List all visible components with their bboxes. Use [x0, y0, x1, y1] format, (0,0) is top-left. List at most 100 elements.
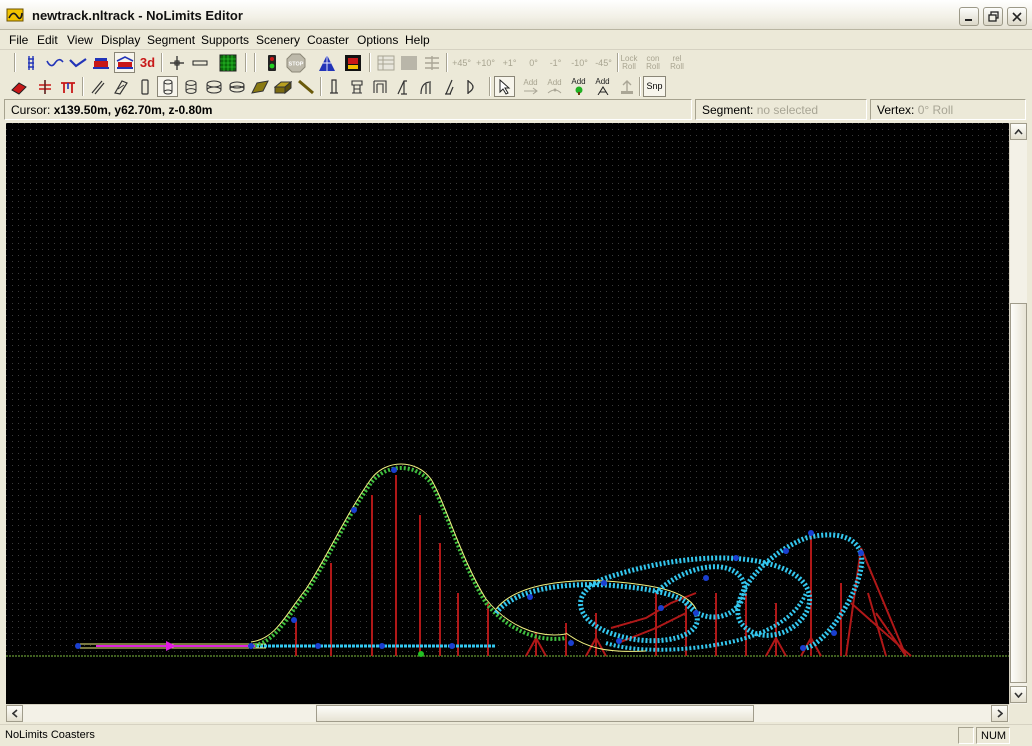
- gray-box-button[interactable]: [398, 52, 419, 73]
- add-support-button[interactable]: Add: [592, 76, 613, 97]
- support-slant-button[interactable]: [438, 76, 459, 97]
- menu-view[interactable]: View: [67, 33, 93, 47]
- join-segment-button[interactable]: [57, 76, 78, 97]
- split-segment-button[interactable]: [34, 76, 55, 97]
- vertical-scrollbar[interactable]: [1009, 123, 1027, 704]
- cylinder-tall-button[interactable]: [157, 76, 178, 97]
- cylinder-flat-icon: [229, 81, 244, 92]
- side-view-button[interactable]: [44, 52, 65, 73]
- cylinder-button[interactable]: [180, 76, 201, 97]
- editor-window: newtrack.nltrack - NoLimits Editor File …: [0, 0, 1032, 746]
- record-button[interactable]: [342, 52, 363, 73]
- support-slant-icon: [444, 79, 454, 95]
- table-button[interactable]: [375, 52, 396, 73]
- menu-scenery[interactable]: Scenery: [256, 33, 300, 47]
- select-tool-button[interactable]: [494, 76, 515, 97]
- support-curved-button[interactable]: [415, 76, 436, 97]
- support-frame-button[interactable]: [369, 76, 390, 97]
- chevron-up-icon: [1014, 128, 1023, 135]
- lock-roll-button[interactable]: Lock Roll: [618, 52, 640, 73]
- scroll-up-button[interactable]: [1010, 123, 1027, 140]
- pillar-button[interactable]: [134, 76, 155, 97]
- menu-file[interactable]: File: [9, 33, 28, 47]
- grid-toggle-button[interactable]: [217, 52, 238, 73]
- top-view-button[interactable]: [67, 52, 88, 73]
- roll-minus45-button[interactable]: -45°: [593, 52, 614, 73]
- add-segment-button[interactable]: Add: [520, 76, 541, 97]
- roll-minus1-button[interactable]: -1°: [545, 52, 566, 73]
- roll-plus1-button[interactable]: +1°: [499, 52, 520, 73]
- segment-label: Segment:: [702, 103, 754, 117]
- grid-view-button[interactable]: [20, 52, 41, 73]
- minimize-button[interactable]: [959, 7, 979, 26]
- menu-options[interactable]: Options: [357, 33, 398, 47]
- film-icon: [344, 54, 361, 71]
- cylinder-flat-button[interactable]: [226, 76, 247, 97]
- horizontal-scroll-thumb[interactable]: [316, 705, 754, 722]
- curve-segment-button[interactable]: [110, 76, 131, 97]
- cursor-value: x139.50m, y62.70m, z-0.80m: [53, 103, 213, 117]
- horizontal-scrollbar[interactable]: [6, 704, 1009, 722]
- support-single-button[interactable]: [323, 76, 344, 97]
- editor-canvas[interactable]: [6, 123, 1009, 704]
- chevron-left-icon: [11, 709, 18, 718]
- align-icon: [424, 55, 439, 70]
- add-segment-label: Add: [523, 77, 538, 87]
- menu-segment[interactable]: Segment: [147, 33, 195, 47]
- supports-generate-button[interactable]: [316, 52, 337, 73]
- test-run-button[interactable]: [261, 52, 282, 73]
- menu-supports[interactable]: Supports: [201, 33, 249, 47]
- num-lock-indicator: NUM: [976, 727, 1010, 744]
- minimize-icon: [965, 18, 972, 21]
- scroll-right-button[interactable]: [991, 705, 1008, 722]
- roll-plus45-button[interactable]: +45°: [451, 52, 472, 73]
- footer-button[interactable]: [616, 76, 637, 97]
- con-roll-button[interactable]: con Roll: [642, 52, 664, 73]
- support-angled-button[interactable]: [392, 76, 413, 97]
- menu-display[interactable]: Display: [101, 33, 140, 47]
- eraser-button[interactable]: [8, 76, 29, 97]
- plank-button[interactable]: [249, 76, 270, 97]
- vertex-label: Vertex:: [877, 103, 915, 117]
- add-vertex-button[interactable]: Add: [544, 76, 565, 97]
- rel-roll-button[interactable]: rel Roll: [666, 52, 688, 73]
- 3d-view-button[interactable]: 3d: [137, 52, 158, 73]
- toolbar-separator: [639, 77, 641, 96]
- cylinder-wide-button[interactable]: [203, 76, 224, 97]
- roll-plus10-label: +10°: [476, 57, 495, 68]
- menu-edit[interactable]: Edit: [37, 33, 58, 47]
- menu-coaster[interactable]: Coaster: [307, 33, 349, 47]
- align-button[interactable]: [421, 52, 442, 73]
- con-roll-label-bottom: Roll: [646, 61, 660, 71]
- station-view-button[interactable]: [114, 52, 135, 73]
- scroll-down-button[interactable]: [1010, 686, 1027, 703]
- split-icon: [38, 79, 51, 94]
- straight-segment-button[interactable]: [86, 76, 107, 97]
- stop-button[interactable]: STOP: [285, 52, 306, 73]
- zoom-out-button[interactable]: [189, 52, 210, 73]
- track-view[interactable]: [6, 123, 1009, 704]
- support-tower-icon: [597, 86, 608, 95]
- snap-button[interactable]: Snp: [643, 76, 666, 97]
- block-button[interactable]: [272, 76, 293, 97]
- title-bar[interactable]: newtrack.nltrack - NoLimits Editor: [0, 0, 1032, 30]
- restore-button[interactable]: [983, 7, 1003, 26]
- menu-help[interactable]: Help: [405, 33, 430, 47]
- add-tree-button[interactable]: Add: [568, 76, 589, 97]
- close-button[interactable]: [1007, 7, 1027, 26]
- roll-plus10-button[interactable]: +10°: [475, 52, 496, 73]
- roll-plus45-label: +45°: [452, 57, 471, 68]
- roll-minus10-button[interactable]: -10°: [569, 52, 590, 73]
- train-view-button[interactable]: [90, 52, 111, 73]
- toolbar-separator: [446, 53, 448, 72]
- close-icon: [1012, 11, 1022, 22]
- roll-minus10-label: -10°: [571, 57, 588, 68]
- roll-zero-button[interactable]: 0°: [523, 52, 544, 73]
- vertical-scroll-thumb[interactable]: [1010, 303, 1027, 683]
- tree-icon: [575, 86, 582, 95]
- scroll-left-button[interactable]: [6, 705, 23, 722]
- beam-button[interactable]: [295, 76, 316, 97]
- zoom-in-button[interactable]: [166, 52, 187, 73]
- support-double-button[interactable]: [346, 76, 367, 97]
- support-end-button[interactable]: [461, 76, 482, 97]
